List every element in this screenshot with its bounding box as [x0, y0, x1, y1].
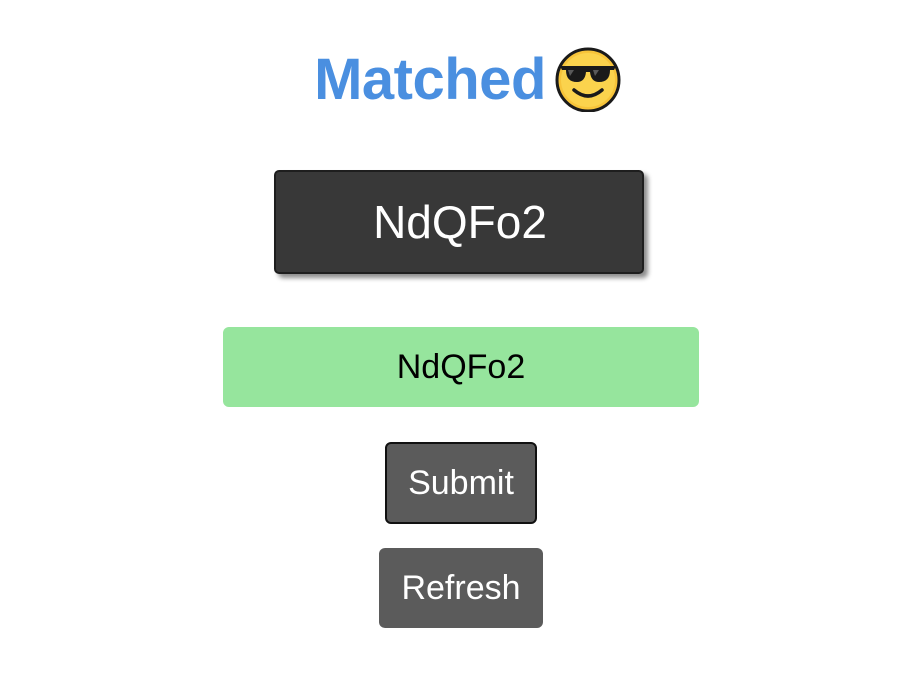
captcha-display: NdQFo2 — [274, 170, 644, 274]
sunglasses-face-icon — [555, 47, 621, 112]
status-title: Matched — [314, 47, 546, 112]
submit-button[interactable]: Submit — [385, 442, 537, 524]
status-row: Matched — [0, 42, 922, 118]
captcha-answer-input[interactable] — [223, 327, 699, 407]
captcha-page: Matched NdQFo2 Submit Refresh — [0, 0, 922, 678]
refresh-button[interactable]: Refresh — [379, 548, 543, 628]
captcha-text: NdQFo2 — [373, 196, 547, 248]
